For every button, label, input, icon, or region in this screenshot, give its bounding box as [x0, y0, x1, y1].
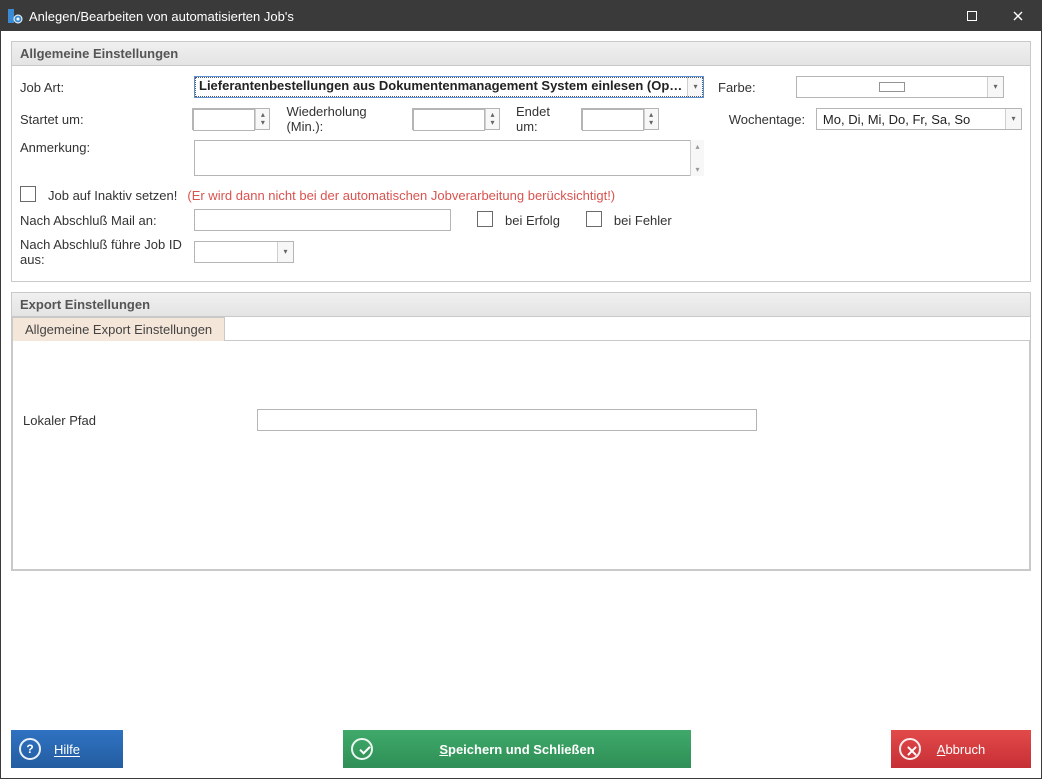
- job-art-combo[interactable]: Lieferantenbestellungen aus Dokumentenma…: [194, 76, 704, 98]
- mail-an-input[interactable]: [194, 209, 451, 231]
- export-settings-header: Export Einstellungen: [12, 293, 1030, 317]
- lokaler-pfad-input[interactable]: [257, 409, 757, 431]
- job-art-value: Lieferantenbestellungen aus Dokumentenma…: [195, 77, 687, 99]
- close-icon: [899, 738, 921, 760]
- check-icon: [351, 738, 373, 760]
- wiederholung-spinner[interactable]: ▴▾: [412, 108, 500, 130]
- startet-um-input[interactable]: [193, 109, 255, 131]
- general-settings-header: Allgemeine Einstellungen: [12, 42, 1030, 66]
- label-startet-um: Startet um:: [20, 112, 186, 127]
- help-icon: ?: [19, 738, 41, 760]
- export-tabpage: Lokaler Pfad: [12, 340, 1030, 570]
- inaktiv-checkbox[interactable]: [20, 186, 36, 202]
- tab-allgemeine-export[interactable]: Allgemeine Export Einstellungen: [12, 317, 225, 341]
- export-settings-panel: Export Einstellungen Allgemeine Export E…: [11, 292, 1031, 571]
- window-close-button[interactable]: [995, 1, 1041, 31]
- window-title: Anlegen/Bearbeiten von automatisierten J…: [29, 9, 294, 24]
- wiederholung-input[interactable]: [413, 109, 485, 131]
- help-button[interactable]: ? Hilfe: [11, 730, 123, 768]
- chevron-down-icon[interactable]: ▾: [687, 77, 703, 97]
- label-lokaler-pfad: Lokaler Pfad: [23, 413, 257, 428]
- chevron-down-icon[interactable]: ▾: [1005, 109, 1021, 129]
- label-inaktiv: Job auf Inaktiv setzen!: [48, 188, 177, 203]
- endet-um-input[interactable]: [582, 109, 644, 131]
- general-settings-panel: Allgemeine Einstellungen Job Art: Liefer…: [11, 41, 1031, 282]
- help-button-label: Hilfe: [54, 742, 80, 757]
- save-close-button[interactable]: Speichern und Schließen: [343, 730, 691, 768]
- label-mail-an: Nach Abschluß Mail an:: [20, 213, 188, 228]
- cancel-button[interactable]: Abbruch: [891, 730, 1031, 768]
- titlebar: Anlegen/Bearbeiten von automatisierten J…: [1, 1, 1041, 31]
- anmerkung-textarea[interactable]: [194, 140, 704, 176]
- cancel-button-label: Abbruch: [937, 742, 985, 757]
- label-bei-fehler: bei Fehler: [614, 213, 672, 228]
- label-job-art: Job Art:: [20, 80, 188, 95]
- job-id-value: [195, 242, 277, 262]
- chevron-down-icon[interactable]: ▾: [277, 242, 293, 262]
- wochentage-dropdown[interactable]: Mo, Di, Mi, Do, Fr, Sa, So ▾: [816, 108, 1022, 130]
- label-anmerkung: Anmerkung:: [20, 140, 188, 155]
- wochentage-value: Mo, Di, Mi, Do, Fr, Sa, So: [817, 109, 1005, 129]
- startet-um-spinner[interactable]: ▴▾: [192, 108, 270, 130]
- window-maximize-button[interactable]: [949, 1, 995, 31]
- farbe-dropdown[interactable]: ▾: [796, 76, 1004, 98]
- chevron-down-icon[interactable]: ▾: [987, 77, 1003, 97]
- bei-fehler-checkbox[interactable]: [586, 211, 602, 227]
- label-bei-erfolg: bei Erfolg: [505, 213, 560, 228]
- label-wiederholung: Wiederholung (Min.):: [286, 104, 406, 134]
- label-inaktiv-hint: (Er wird dann nicht bei der automatische…: [187, 188, 615, 203]
- color-swatch: [879, 82, 905, 92]
- job-id-dropdown[interactable]: ▾: [194, 241, 294, 263]
- save-close-label: Speichern und Schließen: [439, 742, 594, 757]
- label-job-id: Nach Abschluß führe Job ID aus:: [20, 237, 188, 267]
- endet-um-spinner[interactable]: ▴▾: [581, 108, 659, 130]
- label-endet-um: Endet um:: [516, 104, 575, 134]
- textarea-scroll[interactable]: ▴▾: [690, 140, 704, 176]
- app-icon: [7, 8, 23, 24]
- bei-erfolg-checkbox[interactable]: [477, 211, 493, 227]
- label-farbe: Farbe:: [718, 80, 790, 95]
- label-wochentage: Wochentage:: [729, 112, 810, 127]
